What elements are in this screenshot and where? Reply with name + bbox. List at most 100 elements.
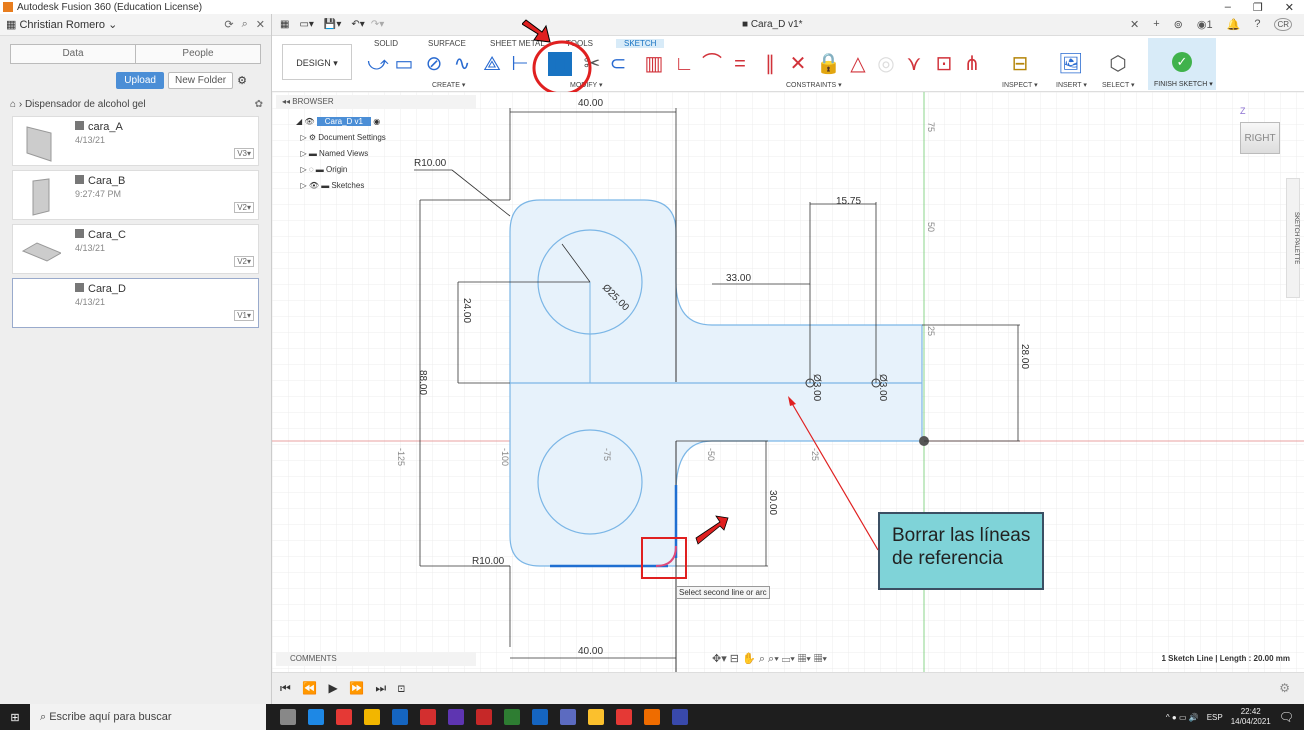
select-icon[interactable]: ⬡ <box>1106 52 1130 76</box>
notifications-icon[interactable]: 🔔 <box>1227 18 1241 31</box>
chrome-icon[interactable] <box>336 709 352 725</box>
parallel-icon[interactable]: ∥ <box>758 52 782 76</box>
offset-tool-icon[interactable]: ⊂ <box>606 52 630 76</box>
sketch-palette-tab[interactable]: SKETCH PALETTE <box>1286 178 1300 298</box>
concentric-icon[interactable]: ◎ <box>874 52 898 76</box>
undo-icon[interactable]: ↶▾ <box>351 19 364 30</box>
timeline-prev-icon[interactable]: ⏪ <box>302 681 321 695</box>
grid-icon[interactable]: ▦ <box>6 18 19 31</box>
file-item[interactable]: Cara_B 9:27:47 PM V2▾ <box>12 170 259 220</box>
redo-icon[interactable]: ↷▾ <box>371 19 384 30</box>
help-icon[interactable]: ? <box>1254 18 1260 31</box>
store-icon[interactable] <box>392 709 408 725</box>
job-status-icon[interactable]: ◉1 <box>1197 18 1213 31</box>
chrome-profile-icon[interactable] <box>616 709 632 725</box>
project-settings-icon[interactable]: ✿ <box>255 99 263 110</box>
measure-icon[interactable]: ⊟ <box>1008 52 1032 76</box>
inspect-menu[interactable]: INSPECT ▾ <box>1002 81 1038 89</box>
workspace-switcher[interactable]: DESIGN ▾ <box>282 44 352 80</box>
save-icon[interactable]: 💾▾ <box>324 19 341 30</box>
dimension-label[interactable]: 33.00 <box>726 273 751 284</box>
select-menu[interactable]: SELECT ▾ <box>1102 81 1135 89</box>
dimension-label[interactable]: 28.00 <box>1019 344 1030 369</box>
symmetry-icon[interactable]: ⊡ <box>932 52 956 76</box>
tab-surface[interactable]: SURFACE <box>428 39 466 48</box>
taskbar-search-input[interactable]: ⌕ Escribe aquí para buscar <box>30 704 266 730</box>
triangle-icon[interactable]: △ <box>846 52 870 76</box>
close-tab-icon[interactable]: ✕ <box>1130 18 1139 31</box>
refresh-icon[interactable]: ⟳ <box>224 18 233 31</box>
app-icon[interactable] <box>672 709 688 725</box>
new-folder-button[interactable]: New Folder <box>167 72 234 89</box>
constraints-menu[interactable]: CONSTRAINTS ▾ <box>786 81 842 89</box>
avatar[interactable]: CR <box>1274 18 1292 31</box>
tree-item[interactable]: ▷ ◌ ▬ Origin <box>296 162 386 178</box>
dimension-label[interactable]: 40.00 <box>578 646 603 657</box>
viewcube[interactable]: RIGHT <box>1240 122 1280 154</box>
extensions-icon[interactable]: ⊚ <box>1174 18 1183 31</box>
dimension-label[interactable]: R10.00 <box>414 158 447 169</box>
perpendicular-constraint-icon[interactable]: ✕ <box>786 52 810 76</box>
comments-panel-header[interactable]: COMMENTS <box>276 652 476 666</box>
excel-icon[interactable] <box>504 709 520 725</box>
timeline[interactable]: ⏮ ⏪ ▶ ⏩ ⏭ ⊡ ⚙ <box>272 672 1304 704</box>
explorer-icon[interactable] <box>364 709 380 725</box>
rectangle-tool-icon[interactable]: ▭ <box>392 52 416 76</box>
new-tab-icon[interactable]: + <box>1153 18 1159 31</box>
gear-icon[interactable]: ⚙ <box>237 74 247 87</box>
apps-grid-icon[interactable]: ▦ <box>280 19 289 30</box>
search-icon[interactable]: ⌕ <box>242 18 248 31</box>
timeline-last-icon[interactable]: ⏭ <box>375 681 390 695</box>
app-icon[interactable] <box>448 709 464 725</box>
dimension-label[interactable]: 40.00 <box>578 98 603 109</box>
dimension-label[interactable]: Ø3.00 <box>877 374 888 402</box>
timeline-next-icon[interactable]: ⏩ <box>349 681 368 695</box>
tree-item[interactable]: ▷ 👁 ▬ Sketches <box>296 178 386 194</box>
sketch-canvas[interactable]: 40.00 R10.00 15.75 33.00 24.00 Ø25.00 88… <box>272 92 1304 672</box>
finish-sketch-button[interactable]: ✓ FINISH SKETCH ▾ <box>1148 38 1216 90</box>
timeline-settings-icon[interactable]: ⚙ <box>1279 681 1294 695</box>
perpendicular-icon[interactable]: ∟ <box>672 52 696 76</box>
teams-icon[interactable] <box>560 709 576 725</box>
timeline-marker-icon[interactable]: ⊡ <box>397 681 409 695</box>
lock-icon[interactable]: 🔒 <box>816 52 841 76</box>
version-badge[interactable]: V2▾ <box>234 256 254 267</box>
hatch-tool-icon[interactable]: ▥ <box>642 52 666 76</box>
timeline-play-icon[interactable]: ▶ <box>328 681 341 695</box>
powerpoint-icon[interactable] <box>476 709 492 725</box>
version-badge[interactable]: V3▾ <box>234 148 254 159</box>
tab-data[interactable]: Data <box>11 45 135 63</box>
minimize-button[interactable]: – <box>1225 1 1231 14</box>
project-name[interactable]: Dispensador de alcohol gel <box>25 99 146 110</box>
tangent-icon[interactable]: ⌒ <box>700 52 724 76</box>
dimension-label[interactable]: Ø3.00 <box>811 374 822 402</box>
acrobat-icon[interactable] <box>420 709 436 725</box>
navigation-bar[interactable]: ✥▾ ⊟ ✋ ⌕ ⌕▾ ▭▾ ▦▾ ▦▾ <box>712 652 827 666</box>
task-view-icon[interactable] <box>280 709 296 725</box>
language-indicator[interactable]: ESP <box>1207 713 1223 722</box>
tray-icons[interactable]: ^ ● ▭ 🔊 <box>1166 713 1199 722</box>
curvature-icon[interactable]: ⋔ <box>960 52 984 76</box>
browser-panel-header[interactable]: ◂◂ BROWSER <box>276 95 476 109</box>
dimension-label[interactable]: 30.00 <box>767 490 778 515</box>
close-icon[interactable]: ✕ <box>256 18 265 31</box>
chevron-down-icon[interactable]: ⌄ <box>105 18 117 31</box>
notification-center-icon[interactable]: 🗨 <box>1279 710 1294 724</box>
tab-solid[interactable]: SOLID <box>374 39 398 48</box>
sketch-drawing[interactable]: 40.00 R10.00 15.75 33.00 24.00 Ø25.00 88… <box>272 92 1304 672</box>
file-item[interactable]: Cara_C 4/13/21 V2▾ <box>12 224 259 274</box>
tree-item[interactable]: ▷ ▬ Named Views <box>296 146 386 162</box>
user-name[interactable]: Christian Romero <box>19 19 105 31</box>
equal-icon[interactable]: = <box>728 52 752 76</box>
home-icon[interactable]: ⌂ › <box>10 99 25 110</box>
dimension-label[interactable]: R10.00 <box>472 556 505 567</box>
spline-tool-icon[interactable]: ∿ <box>450 52 474 76</box>
insert-image-icon[interactable]: 🖼 <box>1058 52 1083 76</box>
insert-menu[interactable]: INSERT ▾ <box>1056 81 1087 89</box>
line-tool-icon[interactable]: ⤻ <box>366 52 390 76</box>
tab-people[interactable]: People <box>135 45 260 63</box>
file-item[interactable]: cara_A 4/13/21 V3▾ <box>12 116 259 166</box>
file-item[interactable]: Cara_D 4/13/21 V1▾ <box>12 278 259 328</box>
clock[interactable]: 22:42 14/04/2021 <box>1231 707 1271 727</box>
dimension-label[interactable]: 15.75 <box>836 196 861 207</box>
